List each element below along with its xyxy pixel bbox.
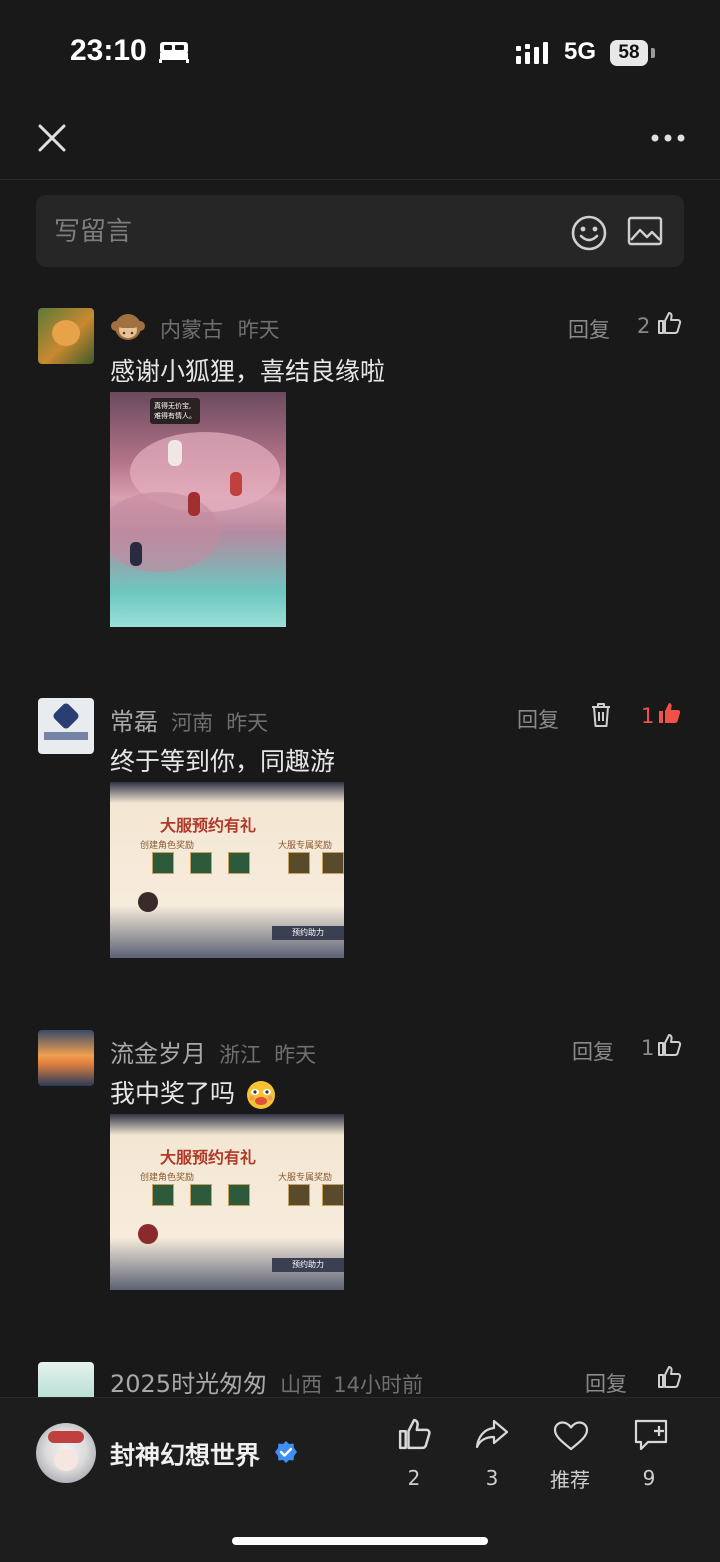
comment-count: 9 [642, 1466, 656, 1490]
comment-region: 山西 [280, 1373, 323, 1397]
promo-right-heading: 大服专属奖励 [278, 841, 333, 851]
hot-face-emoji-icon [246, 1081, 275, 1109]
bubble-line-1: 真得无价宝, [154, 402, 192, 410]
like-action-count: 2 [407, 1466, 421, 1490]
comment-author[interactable]: 常磊 [110, 708, 158, 736]
reward-check [288, 1184, 310, 1206]
avatar[interactable] [38, 308, 94, 364]
more-options-icon[interactable] [650, 128, 686, 148]
signal-icon [516, 42, 548, 64]
game-character [168, 440, 182, 466]
heart-icon[interactable] [552, 1420, 590, 1452]
game-character [230, 472, 242, 496]
reply-button[interactable]: 回复 [585, 1368, 627, 1397]
comment-region: 浙江 [219, 1043, 262, 1067]
status-time: 23:10 [70, 34, 147, 67]
comment-image[interactable]: 真得无价宝, 难得有情人。 [110, 392, 286, 627]
image-upload-icon[interactable] [627, 215, 663, 247]
reward-check [190, 852, 212, 874]
share-count: 3 [485, 1466, 499, 1490]
reward-check [228, 852, 250, 874]
reward-check [322, 1184, 344, 1206]
comment-item: 内蒙古 昨天 回复 2 感谢小狐狸，喜结良缘啦 真得无价宝, 难得有情人。 [0, 300, 720, 640]
comment-time: 昨天 [226, 711, 269, 735]
comment-input[interactable] [52, 211, 556, 253]
reward-check [228, 1184, 250, 1206]
thumbs-up-icon[interactable] [656, 1364, 682, 1390]
game-character [188, 492, 200, 516]
comment-text: 我中奖了吗 [110, 1079, 236, 1108]
account-avatar[interactable] [36, 1423, 96, 1483]
reply-button[interactable]: 回复 [517, 704, 559, 734]
promo-title: 大服预约有礼 [160, 816, 257, 835]
role-avatar [138, 892, 158, 912]
comment-region: 河南 [171, 711, 214, 735]
comment-text: 终于等到你，同趣游 [110, 747, 336, 776]
battery-indicator: 58 [610, 40, 648, 66]
comment-icon[interactable] [632, 1418, 670, 1452]
avatar[interactable] [38, 1362, 94, 1397]
like-count: 2 [637, 314, 651, 338]
promo-left-heading: 创建角色奖励 [140, 1173, 195, 1183]
promo-right-heading: 大服专属奖励 [278, 1173, 333, 1183]
reward-check [288, 852, 310, 874]
verified-badge-icon [275, 1441, 297, 1463]
thumbs-up-icon[interactable] [656, 1032, 682, 1058]
battery-tip [651, 48, 655, 58]
promo-button: 预约助力 [272, 926, 344, 940]
sleep-mode-icon [159, 42, 189, 63]
promo-left-heading: 创建角色奖励 [140, 841, 195, 851]
emoji-icon[interactable] [570, 214, 608, 252]
reward-check [322, 852, 344, 874]
like-count: 1 [641, 704, 655, 728]
home-indicator[interactable] [232, 1537, 488, 1545]
reward-check [190, 1184, 212, 1206]
game-character [130, 542, 142, 566]
network-type: 5G [564, 38, 597, 65]
comment-item: 2025时光匆匆 山西 14小时前 回复 [0, 1354, 720, 1397]
comment-item: 流金岁月 浙江 昨天 回复 1 我中奖了吗 大服预约有礼 创建角色奖励 大服专属… [0, 1022, 720, 1302]
like-count: 1 [641, 1036, 655, 1060]
account-name[interactable]: 封神幻想世界 [110, 1436, 260, 1472]
role-avatar [138, 1224, 158, 1244]
status-bar: 23:10 5G 58 [0, 0, 720, 100]
comment-author[interactable]: 流金岁月 [110, 1040, 206, 1068]
reply-button[interactable]: 回复 [568, 314, 610, 344]
avatar[interactable] [38, 1030, 94, 1086]
thumbs-up-filled-icon[interactable] [656, 700, 682, 726]
comment-time: 昨天 [274, 1043, 317, 1067]
close-icon[interactable] [36, 122, 68, 154]
comment-author[interactable]: 2025时光匆匆 [110, 1370, 267, 1397]
header-divider [0, 179, 720, 180]
comment-time: 14小时前 [333, 1373, 423, 1397]
comment-region: 内蒙古 [160, 318, 223, 342]
game-speech-bubble: 真得无价宝, 难得有情人。 [150, 398, 200, 424]
comment-image[interactable]: 大服预约有礼 创建角色奖励 大服专属奖励 预约助力 [110, 782, 344, 958]
bubble-line-2: 难得有情人。 [154, 412, 196, 420]
comment-item: 常磊 河南 昨天 回复 1 终于等到你，同趣游 大服预约有礼 创建角色奖励 大服… [0, 690, 720, 970]
reward-check [152, 852, 174, 874]
monkey-emoji-icon [111, 314, 145, 340]
avatar[interactable] [38, 698, 94, 754]
recommend-label[interactable]: 推荐 [540, 1464, 600, 1493]
comment-text: 感谢小狐狸，喜结良缘啦 [110, 357, 386, 386]
comment-image[interactable]: 大服预约有礼 创建角色奖励 大服专属奖励 预约助力 [110, 1114, 344, 1290]
reward-check [152, 1184, 174, 1206]
trash-icon[interactable] [590, 702, 612, 728]
like-action-icon[interactable] [396, 1416, 432, 1452]
promo-title: 大服预约有礼 [160, 1148, 257, 1167]
promo-button: 预约助力 [272, 1258, 344, 1272]
comment-time: 昨天 [237, 318, 280, 342]
share-icon[interactable] [474, 1418, 510, 1450]
thumbs-up-icon[interactable] [656, 310, 682, 336]
reply-button[interactable]: 回复 [572, 1036, 614, 1066]
